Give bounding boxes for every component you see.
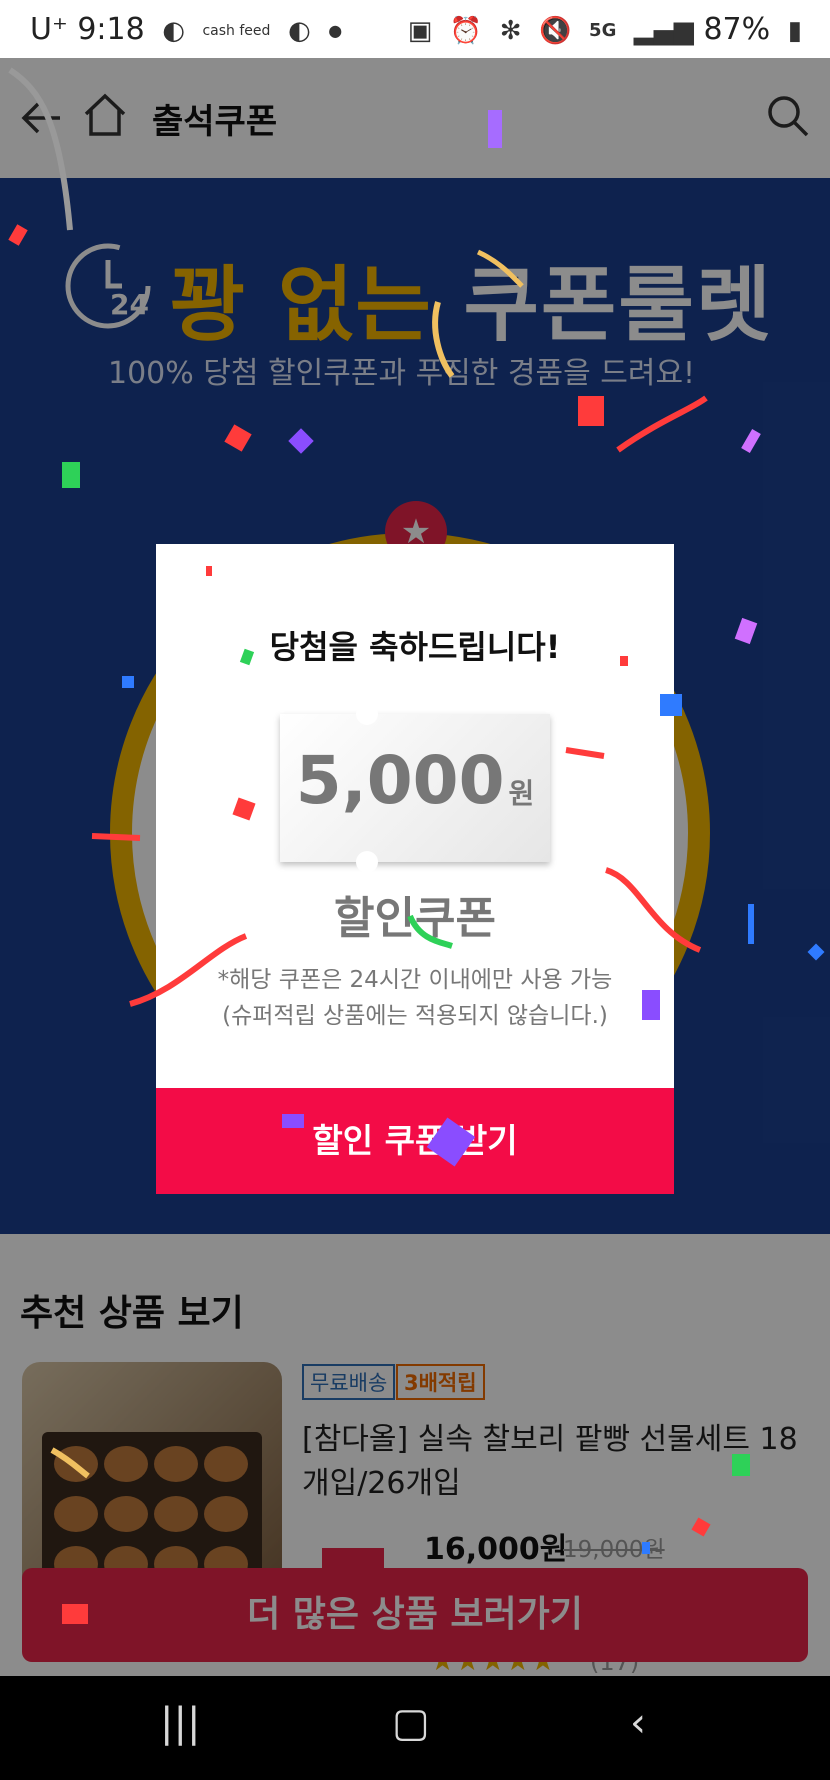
home-nav-icon[interactable]: ▢: [392, 1700, 430, 1746]
back-nav-icon[interactable]: ‹: [630, 1700, 646, 1746]
system-nav-bar: ||| ▢ ‹: [0, 1676, 830, 1780]
recent-apps-icon[interactable]: |||: [160, 1700, 200, 1746]
confetti-layer: [0, 0, 830, 1676]
confetti-streamers: [8, 67, 708, 1479]
